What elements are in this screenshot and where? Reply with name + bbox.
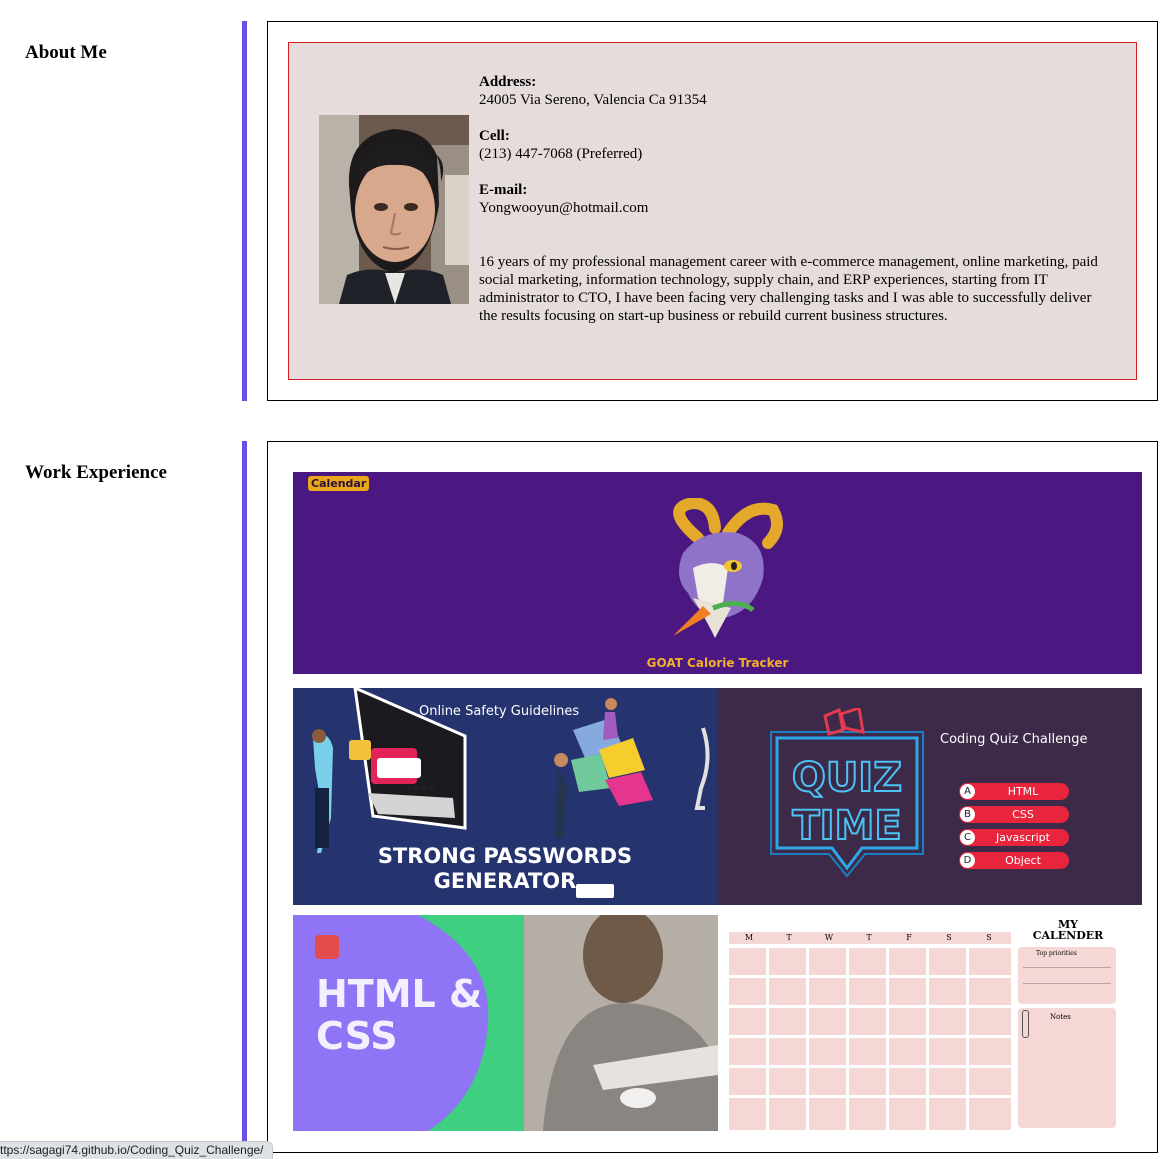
calendar-day-header: M T W T F S S: [729, 932, 1011, 944]
calendar-day-label: S: [946, 933, 952, 942]
quiz-neon-line1: QUIZ: [791, 755, 903, 801]
calendar-grid: [729, 948, 1011, 1130]
quiz-option-letter: C: [960, 830, 975, 845]
calendar-badge: Calendar: [308, 476, 370, 491]
address-value: 24005 Via Sereno, Valencia Ca 91354: [479, 92, 707, 108]
cell-value: (213) 447-7068 (Preferred): [479, 146, 643, 162]
project-coding-quiz[interactable]: QUIZ TIME Coding Quiz Challenge A HTML B…: [717, 688, 1142, 905]
work-accent-bar: [242, 441, 247, 1158]
paperclip-icon: [1022, 1010, 1029, 1038]
quiz-neon-line2: TIME: [791, 803, 902, 849]
quiz-option-label: Javascript: [996, 831, 1050, 844]
password-mask: ****: [405, 784, 437, 799]
calendar-day-label: T: [786, 933, 792, 942]
quiz-option-label: HTML: [1007, 785, 1039, 798]
email-value: Yongwooyun@hotmail.com: [479, 200, 649, 216]
project-calendar[interactable]: M T W T F S S MY CALENDER Top priorities…: [718, 915, 1142, 1131]
calendar-top-priorities: Top priorities: [1018, 947, 1116, 1004]
about-heading: About Me: [25, 42, 107, 63]
calorie-tracker-title: GOAT Calorie Tracker: [646, 656, 789, 670]
project-calorie-tracker[interactable]: Calendar GOAT Calorie Tracker: [293, 472, 1142, 674]
project-password-generator[interactable]: Online Safety Guidelines **** STRONG PAS…: [293, 688, 717, 905]
calendar-day-label: W: [824, 933, 834, 942]
calendar-notes: Notes: [1018, 1008, 1116, 1128]
project-html-css[interactable]: HTML & CSS: [293, 915, 718, 1131]
calendar-day-label: F: [906, 933, 912, 942]
passwords-title-line2: GENERATOR: [433, 869, 577, 893]
about-panel: Address: 24005 Via Sereno, Valencia Ca 9…: [288, 42, 1137, 380]
bio-paragraph: 16 years of my professional management c…: [479, 254, 1098, 324]
top-priorities-label: Top priorities: [1036, 950, 1077, 957]
quiz-option-a: A HTML: [959, 783, 1069, 800]
about-card: Address: 24005 Via Sereno, Valencia Ca 9…: [267, 21, 1158, 401]
quiz-title: Coding Quiz Challenge: [940, 732, 1088, 747]
about-accent-bar: [242, 21, 247, 401]
calendar-day-label: T: [866, 933, 872, 942]
quiz-option-letter: A: [960, 784, 975, 799]
quiz-option-label: CSS: [1012, 808, 1034, 821]
quiz-option-d: D Object: [959, 852, 1069, 869]
email-label: E-mail:: [479, 182, 528, 198]
html-css-title-line1: HTML &: [316, 972, 483, 1016]
address-label: Address:: [479, 74, 537, 90]
work-heading: Work Experience: [25, 462, 167, 483]
calendar-day-label: M: [744, 933, 754, 942]
link-status-bar: ttps://sagagi74.github.io/Coding_Quiz_Ch…: [0, 1141, 273, 1159]
quiz-option-c: C Javascript: [959, 829, 1069, 846]
calendar-title-line2: CALENDER: [1032, 929, 1104, 942]
quiz-options: A HTML B CSS C Javascript D Object: [959, 783, 1069, 869]
quiz-option-letter: B: [960, 807, 975, 822]
goat-logo-icon: [673, 498, 783, 638]
passwords-title-line1: STRONG PASSWORDS: [377, 844, 633, 868]
html-css-title-line2: CSS: [316, 1014, 398, 1058]
contact-info: Address: 24005 Via Sereno, Valencia Ca 9…: [479, 73, 1099, 325]
cell-label: Cell:: [479, 128, 510, 144]
quiz-option-label: Object: [1005, 854, 1041, 867]
profile-photo: [319, 115, 469, 304]
quiz-option-b: B CSS: [959, 806, 1069, 823]
calendar-day-label: S: [986, 933, 992, 942]
quiz-option-letter: D: [960, 853, 975, 868]
notes-label: Notes: [1050, 1013, 1071, 1021]
